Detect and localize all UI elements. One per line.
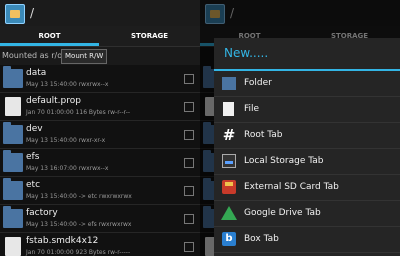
mount-bar: Mounted as r/o Mount R/W xyxy=(0,47,200,65)
file-meta: Jan 70 01:00:00 923 Bytes rw-r----- xyxy=(26,249,131,256)
dialog-title: New..... xyxy=(224,46,269,60)
menu-item-file[interactable]: File xyxy=(214,97,400,123)
menu-item-folder[interactable]: Folder xyxy=(214,71,400,97)
file-row-data[interactable]: data May 13 15:40:00 rwxrwx--x xyxy=(0,65,200,93)
hash-icon: # xyxy=(222,126,236,144)
file-meta: May 13 16:07:00 rwxrwx--x xyxy=(26,165,109,172)
file-list: data May 13 15:40:00 rwxrwx--x default.p… xyxy=(0,65,200,256)
folder-icon xyxy=(222,77,236,90)
file-name: dev xyxy=(26,124,43,134)
file-meta: May 13 15:40:00 rwxr-xr-x xyxy=(26,137,106,144)
file-meta: May 13 15:40:00 -> efs rwxrwxrwx xyxy=(26,221,132,228)
menu-item-label: Box Tab xyxy=(244,234,279,244)
file-row-efs[interactable]: efs May 13 16:07:00 rwxrwx--x xyxy=(0,149,200,177)
new-menu-screen: / ROOT STORAGE New..... Folder File # Ro… xyxy=(200,0,400,256)
folder-icon xyxy=(3,150,23,172)
mount-status: Mounted as r/o xyxy=(2,51,63,60)
folder-icon xyxy=(3,122,23,144)
file-row-factory[interactable]: factory May 13 15:40:00 -> efs rwxrwxrwx xyxy=(0,205,200,233)
new-menu-dialog: New..... Folder File # Root Tab Local St… xyxy=(214,38,400,256)
app-icon[interactable] xyxy=(5,4,25,24)
menu-item-label: Google Drive Tab xyxy=(244,208,321,218)
file-meta: Jan 70 01:00:00 116 Bytes rw-r--r-- xyxy=(26,109,131,116)
file-row-default-prop[interactable]: default.prop Jan 70 01:00:00 116 Bytes r… xyxy=(0,93,200,121)
file-row-dev[interactable]: dev May 13 15:40:00 rwxr-xr-x xyxy=(0,121,200,149)
menu-item-label: File xyxy=(244,104,260,114)
google-drive-icon xyxy=(221,206,237,220)
box-icon: b xyxy=(222,232,236,246)
file-row-fstab[interactable]: fstab.smdk4x12 Jan 70 01:00:00 923 Bytes… xyxy=(0,233,200,256)
file-meta: May 13 15:40:00 -> etc rwxrwxrwx xyxy=(26,193,132,200)
select-checkbox[interactable] xyxy=(184,158,194,168)
menu-item-google-drive-tab[interactable]: Google Drive Tab xyxy=(214,201,400,227)
file-name: default.prop xyxy=(26,96,81,106)
select-checkbox[interactable] xyxy=(184,130,194,140)
file-icon xyxy=(5,97,21,116)
file-meta: May 13 15:40:00 rwxrwx--x xyxy=(26,81,109,88)
file-icon xyxy=(5,237,21,256)
mount-rw-button[interactable]: Mount R/W xyxy=(61,49,108,64)
sd-card-icon xyxy=(222,180,236,194)
file-name: data xyxy=(26,68,47,78)
menu-item-box-tab[interactable]: b Box Tab xyxy=(214,227,400,253)
file-name: factory xyxy=(26,208,58,218)
file-name: fstab.smdk4x12 xyxy=(26,236,99,246)
menu-item-label: Local Storage Tab xyxy=(244,156,324,166)
file-row-etc[interactable]: etc May 13 15:40:00 -> etc rwxrwxrwx xyxy=(0,177,200,205)
folder-icon xyxy=(3,66,23,88)
folder-icon xyxy=(3,178,23,200)
menu-item-label: Folder xyxy=(244,78,272,88)
menu-item-sd-card-tab[interactable]: External SD Card Tab xyxy=(214,175,400,201)
folder-icon xyxy=(3,206,23,228)
menu-item-local-storage-tab[interactable]: Local Storage Tab xyxy=(214,149,400,175)
file-icon xyxy=(223,102,234,116)
select-checkbox[interactable] xyxy=(184,186,194,196)
select-checkbox[interactable] xyxy=(184,74,194,84)
file-name: efs xyxy=(26,152,40,162)
tab-bar: ROOT STORAGE xyxy=(0,26,200,47)
menu-item-root-tab[interactable]: # Root Tab xyxy=(214,123,400,149)
select-checkbox[interactable] xyxy=(184,214,194,224)
menu-item-label: Root Tab xyxy=(244,130,283,140)
tab-root[interactable]: ROOT xyxy=(0,26,99,46)
tab-storage[interactable]: STORAGE xyxy=(100,26,199,46)
file-name: etc xyxy=(26,180,41,190)
local-storage-icon xyxy=(222,154,236,168)
file-browser-screen: / ROOT STORAGE Mounted as r/o Mount R/W … xyxy=(0,0,200,256)
select-checkbox[interactable] xyxy=(184,102,194,112)
menu-item-label: External SD Card Tab xyxy=(244,182,339,192)
select-checkbox[interactable] xyxy=(184,242,194,252)
current-path: / xyxy=(30,6,35,20)
